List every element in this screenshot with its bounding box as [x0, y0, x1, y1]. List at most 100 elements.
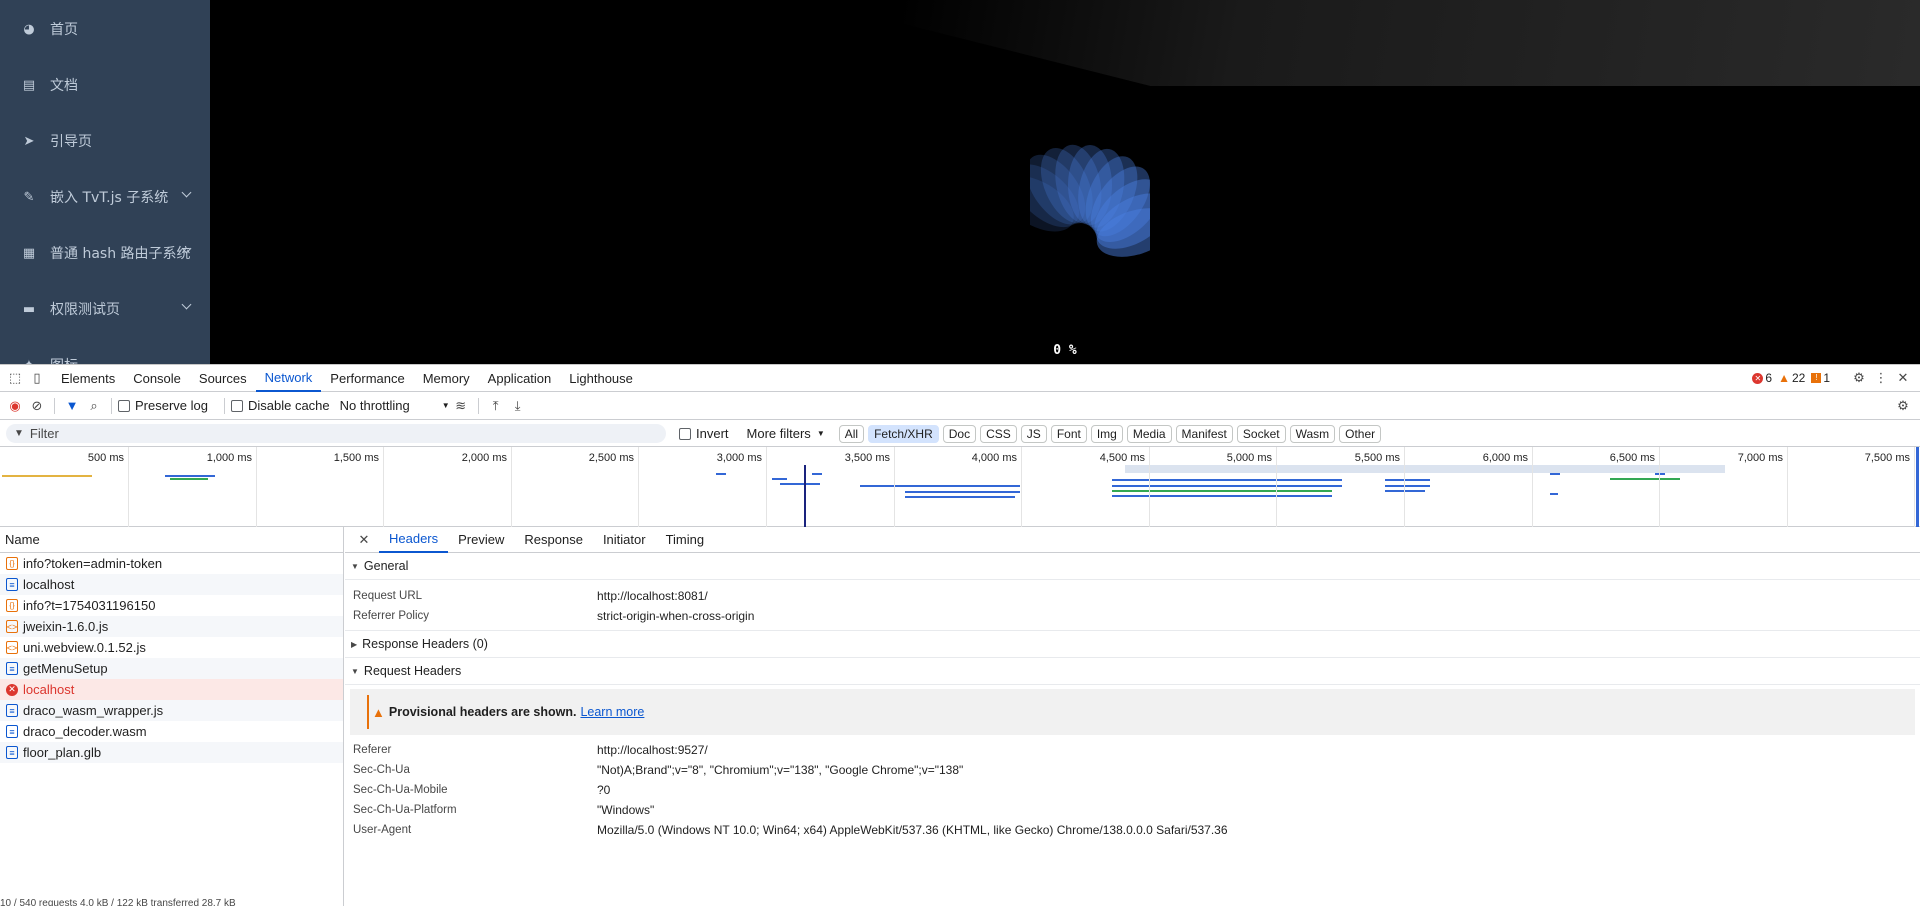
- filter-chip-img[interactable]: Img: [1090, 424, 1123, 443]
- header-value[interactable]: http://localhost:8081/: [597, 589, 708, 603]
- request-headers-section-header[interactable]: ▼ Request Headers: [345, 658, 1920, 685]
- devtools-panel: ⬚ ▯ Elements Console Sources Network Perform…: [0, 364, 1920, 906]
- detail-tab-preview[interactable]: Preview: [448, 527, 514, 553]
- network-overview-timeline[interactable]: 500 ms 1,000 ms 1,500 ms 2,000 ms 2,500 ms 3,…: [0, 447, 1920, 527]
- sidebar-item[interactable]: ◕ 首页: [0, 1, 210, 57]
- filter-chip-fetch-xhr[interactable]: Fetch/XHR: [868, 424, 939, 443]
- error-count[interactable]: ✕ 6: [1752, 371, 1772, 385]
- filter-chip-font[interactable]: Font: [1050, 424, 1087, 443]
- request-name: floor_plan.glb: [23, 745, 102, 760]
- filter-chip-css[interactable]: CSS: [980, 424, 1017, 443]
- record-stop-icon[interactable]: ◉: [4, 395, 26, 417]
- filter-chip-manifest[interactable]: Manifest: [1175, 424, 1233, 443]
- tab-network[interactable]: Network: [255, 365, 322, 392]
- request-name: draco_decoder.wasm: [23, 724, 147, 739]
- tab-application[interactable]: Application: [479, 365, 561, 392]
- 3d-canvas[interactable]: 0 %: [210, 0, 1920, 364]
- general-section-header[interactable]: ▼ General: [345, 553, 1920, 580]
- throttling-select[interactable]: No throttling ▼: [340, 398, 450, 413]
- inspect-element-icon[interactable]: ⬚: [4, 367, 26, 389]
- tab-performance[interactable]: Performance: [321, 365, 413, 392]
- tab-memory[interactable]: Memory: [414, 365, 479, 392]
- filter-chip-js[interactable]: JS: [1020, 424, 1047, 443]
- divider: [477, 397, 479, 414]
- detail-tab-headers[interactable]: Headers: [379, 527, 449, 553]
- issue-count-label: 1: [1823, 371, 1830, 385]
- sidebar-item[interactable]: ➤ 引导页: [0, 113, 210, 169]
- sidebar-item-label: 引导页: [50, 134, 92, 150]
- header-value[interactable]: strict-origin-when-cross-origin: [597, 609, 754, 623]
- network-settings-icon[interactable]: ⚙: [1892, 395, 1914, 417]
- request-row[interactable]: <> jweixin-1.6.0.js: [0, 616, 343, 637]
- request-row[interactable]: ≡ localhost: [0, 574, 343, 595]
- request-row[interactable]: ≡ floor_plan.glb: [0, 742, 343, 763]
- clear-icon[interactable]: ⊘: [26, 395, 48, 417]
- timeline-bar: [1112, 495, 1332, 497]
- request-name: uni.webview.0.1.52.js: [23, 640, 146, 655]
- sidebar-item[interactable]: ▬ 权限测试页: [0, 281, 210, 337]
- import-har-icon[interactable]: ⤒: [485, 395, 507, 417]
- preserve-log-checkbox[interactable]: [118, 399, 130, 412]
- filter-input[interactable]: ▼ Filter: [6, 424, 666, 443]
- tab-elements[interactable]: Elements: [52, 365, 124, 392]
- settings-gear-icon[interactable]: ⚙: [1848, 367, 1870, 389]
- close-details-icon[interactable]: ✕: [353, 529, 375, 551]
- filter-chip-other[interactable]: Other: [1339, 424, 1382, 443]
- more-filters-dropdown[interactable]: More filters ▼: [747, 426, 825, 441]
- network-conditions-icon[interactable]: ≋: [450, 395, 472, 417]
- response-headers-section-header[interactable]: ▶ Response Headers (0): [345, 631, 1920, 658]
- filter-chip-all[interactable]: All: [838, 424, 865, 443]
- tab-sources[interactable]: Sources: [190, 365, 256, 392]
- request-row[interactable]: {} info?t=1754031196150: [0, 595, 343, 616]
- header-value[interactable]: ?0: [597, 783, 610, 797]
- more-options-icon[interactable]: ⋮: [1870, 367, 1892, 389]
- search-icon[interactable]: ⌕: [83, 395, 105, 417]
- timeline-tick-label: 3,000 ms: [716, 452, 762, 464]
- request-row[interactable]: ≡ getMenuSetup: [0, 658, 343, 679]
- warning-icon: ▲: [372, 704, 385, 720]
- warning-count[interactable]: ▲ 22: [1778, 371, 1805, 385]
- header-value[interactable]: "Windows": [597, 803, 654, 817]
- collapsed-triangle-icon: ▶: [351, 639, 358, 649]
- header-value[interactable]: Mozilla/5.0 (Windows NT 10.0; Win64; x64…: [597, 823, 1228, 837]
- issue-count[interactable]: ! 1: [1811, 371, 1830, 385]
- filter-icon: ▼: [14, 428, 24, 439]
- request-row[interactable]: ≡ draco_wasm_wrapper.js: [0, 700, 343, 721]
- sidebar-item[interactable]: ▤ 文档: [0, 57, 210, 113]
- header-value[interactable]: "Not)A;Brand";v="8", "Chromium";v="138",…: [597, 763, 963, 777]
- close-devtools-icon[interactable]: ✕: [1892, 367, 1914, 389]
- learn-more-link[interactable]: Learn more: [580, 705, 644, 719]
- filter-chip-socket[interactable]: Socket: [1236, 424, 1286, 443]
- sidebar-item[interactable]: ▦ 普通 hash 路由子系统: [0, 225, 210, 281]
- invert-checkbox[interactable]: [679, 427, 691, 440]
- export-har-icon[interactable]: ⤓: [507, 395, 529, 417]
- name-column-header[interactable]: Name: [0, 527, 343, 553]
- filter-funnel-icon[interactable]: ▼: [61, 395, 83, 417]
- app-viewport: ◕ 首页 ▤ 文档 ➤ 引导页 ✎ 嵌入 TvT.js 子系统 ▦ 普通 hash 路由子系统 ▬ 权…: [0, 0, 1920, 364]
- sidebar-item[interactable]: ✦图标: [0, 337, 210, 365]
- header-value[interactable]: http://localhost:9527/: [597, 743, 708, 757]
- disable-cache-checkbox[interactable]: [230, 399, 243, 412]
- tab-console[interactable]: Console: [124, 365, 190, 392]
- detail-tab-timing[interactable]: Timing: [656, 527, 715, 553]
- request-row[interactable]: ✕ localhost: [0, 679, 343, 700]
- request-row[interactable]: <> uni.webview.0.1.52.js: [0, 637, 343, 658]
- device-toolbar-icon[interactable]: ▯: [26, 367, 48, 389]
- detail-tab-response[interactable]: Response: [514, 527, 593, 553]
- detail-tab-initiator[interactable]: Initiator: [593, 527, 656, 553]
- header-row: Sec-Ch-Ua-Platform "Windows": [345, 800, 1920, 820]
- network-toolbar: ◉ ⊘ ▼ ⌕ Preserve log Disable cache No th…: [0, 392, 1920, 420]
- timeline-gridline: [1532, 447, 1533, 527]
- filter-chip-media[interactable]: Media: [1126, 424, 1172, 443]
- request-row[interactable]: ≡ draco_decoder.wasm: [0, 721, 343, 742]
- header-row: Referrer Policy strict-origin-when-cross-…: [345, 606, 1920, 626]
- general-title: General: [363, 559, 409, 573]
- sidebar-item[interactable]: ✎ 嵌入 TvT.js 子系统: [0, 169, 210, 225]
- timeline-bar: [1385, 479, 1430, 481]
- filter-chip-doc[interactable]: Doc: [942, 424, 977, 443]
- tab-lighthouse[interactable]: Lighthouse: [560, 365, 642, 392]
- filter-chip-wasm[interactable]: Wasm: [1289, 424, 1336, 443]
- error-icon: ✕: [6, 683, 18, 696]
- timeline-tick-label: 500 ms: [87, 452, 124, 464]
- request-row[interactable]: {} info?token=admin-token: [0, 553, 343, 574]
